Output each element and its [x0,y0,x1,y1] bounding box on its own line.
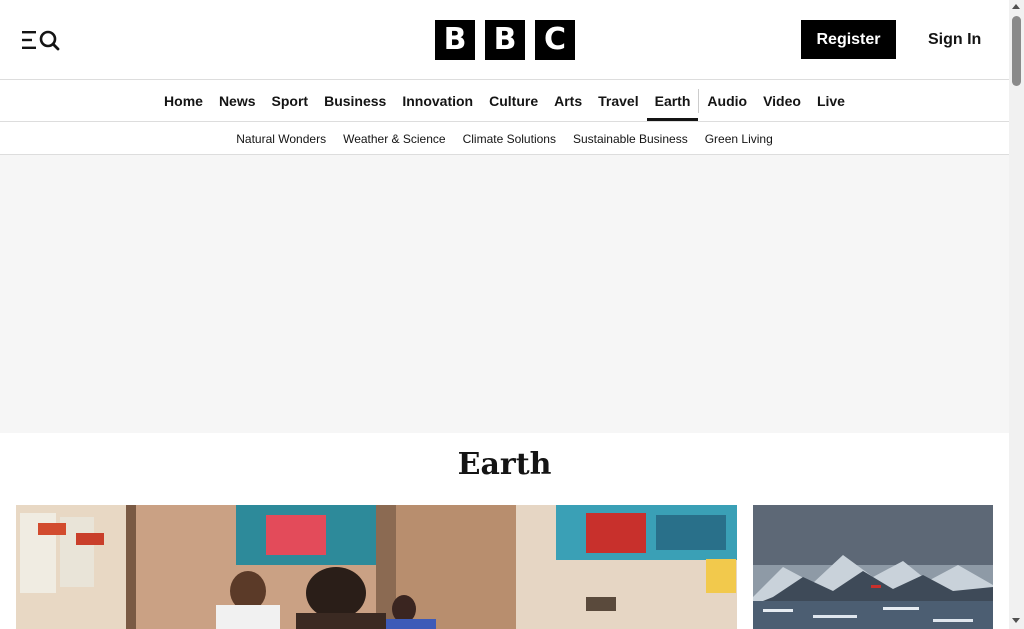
register-button[interactable]: Register [801,20,896,59]
nav-item-live[interactable]: Live [809,81,853,121]
bbc-logo[interactable]: B B C [435,20,575,60]
section-title: Earth [457,447,552,482]
sign-in-button[interactable]: Sign In [918,20,991,59]
nav-item-earth[interactable]: Earth [646,81,699,121]
nav-item-audio[interactable]: Audio [699,81,755,121]
nav-item-culture[interactable]: Culture [481,81,546,121]
scroll-down-arrow-icon[interactable] [1012,618,1020,623]
earth-sub-navigation: Natural Wonders Weather & Science Climat… [0,123,1009,155]
nav-item-video[interactable]: Video [755,81,809,121]
advertisement-placeholder [0,155,1009,433]
page: B B C Register Sign In Home News Sport B… [0,0,1009,629]
sub-nav-climate-solutions[interactable]: Climate Solutions [463,132,556,146]
logo-letter-c: C [535,20,575,60]
site-header: B B C Register Sign In [0,0,1009,80]
sub-nav-sustainable-business[interactable]: Sustainable Business [573,132,688,146]
menu-search-icon [22,30,60,51]
nav-item-home[interactable]: Home [156,81,211,121]
scroll-thumb[interactable] [1012,16,1021,86]
nav-item-innovation[interactable]: Innovation [394,81,481,121]
lead-story-photo [16,505,737,629]
lead-story-image[interactable] [16,505,737,629]
nav-item-business[interactable]: Business [316,81,394,121]
scroll-up-arrow-icon[interactable] [1012,4,1020,9]
sub-nav-natural-wonders[interactable]: Natural Wonders [236,132,326,146]
nav-item-news[interactable]: News [211,81,264,121]
page-scrollbar[interactable] [1009,0,1024,629]
nav-item-travel[interactable]: Travel [590,81,646,121]
logo-letter-b2: B [485,20,525,60]
nav-item-arts[interactable]: Arts [546,81,590,121]
nav-item-sport[interactable]: Sport [264,81,317,121]
sub-nav-green-living[interactable]: Green Living [705,132,773,146]
menu-search-button[interactable] [20,28,64,54]
side-story-image[interactable] [753,505,993,629]
sub-nav-weather-science[interactable]: Weather & Science [343,132,446,146]
main-navigation: Home News Sport Business Innovation Cult… [0,81,1009,122]
logo-letter-b1: B [435,20,475,60]
side-story-photo [753,505,993,629]
